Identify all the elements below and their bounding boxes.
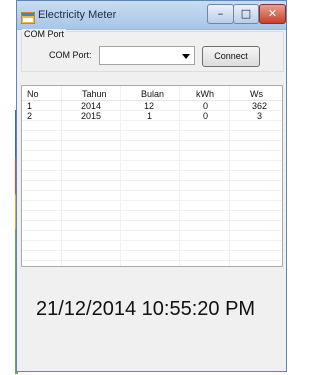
row-divider <box>22 160 282 161</box>
cell-no: 2 <box>27 111 33 121</box>
row-divider <box>22 240 282 241</box>
row-divider <box>22 250 282 251</box>
maximize-button[interactable]: □ <box>233 4 259 24</box>
cell-ws: 362 <box>252 101 268 111</box>
close-icon: ✕ <box>267 7 278 20</box>
column-header-bulan[interactable]: Bulan <box>141 89 164 99</box>
datetime-display: 21/12/2014 10:55:20 PM <box>36 298 256 320</box>
table-header-row: No Tahun Bulan kWh Ws <box>22 86 282 101</box>
row-divider <box>22 150 282 151</box>
row-divider <box>22 130 282 131</box>
main-window: Electricity Meter – □ ✕ COM Port COM Por… <box>16 0 287 372</box>
row-divider <box>22 230 282 231</box>
minimize-icon: – <box>217 7 224 20</box>
row-divider <box>22 210 282 211</box>
row-divider <box>22 220 282 221</box>
cell-tahun: 2014 <box>81 101 102 111</box>
close-button[interactable]: ✕ <box>259 4 286 24</box>
data-table[interactable]: No Tahun Bulan kWh Ws 1 2014 12 0 362 2 … <box>21 85 283 267</box>
app-window-icon <box>20 9 36 25</box>
desktop-background <box>0 0 16 375</box>
column-header-tahun[interactable]: Tahun <box>82 89 107 99</box>
cell-ws: 3 <box>257 111 263 121</box>
maximize-icon: □ <box>240 7 252 20</box>
connect-button[interactable]: Connect <box>202 46 260 67</box>
column-header-no[interactable]: No <box>27 89 39 99</box>
row-divider <box>22 260 282 261</box>
row-divider <box>22 140 282 141</box>
com-port-label: COM Port: <box>49 50 92 60</box>
window-title: Electricity Meter <box>38 9 117 21</box>
cell-bulan: 1 <box>147 111 153 121</box>
row-divider <box>22 200 282 201</box>
table-row[interactable]: 2 2015 1 0 3 <box>22 111 282 121</box>
cell-kwh: 0 <box>203 111 209 121</box>
com-port-select[interactable] <box>99 46 195 65</box>
chevron-down-icon[interactable] <box>182 54 190 59</box>
cell-no: 1 <box>27 101 33 111</box>
title-bar[interactable]: Electricity Meter – □ ✕ <box>17 1 286 30</box>
cell-kwh: 0 <box>203 101 209 111</box>
cell-tahun: 2015 <box>81 111 102 121</box>
row-divider <box>22 170 282 171</box>
column-header-kwh[interactable]: kWh <box>196 89 214 99</box>
minimize-button[interactable]: – <box>207 4 234 24</box>
cell-bulan: 12 <box>144 101 155 111</box>
row-divider <box>22 190 282 191</box>
groupbox-title: COM Port <box>22 29 67 39</box>
row-divider <box>22 180 282 181</box>
table-row[interactable]: 1 2014 12 0 362 <box>22 101 282 111</box>
column-header-ws[interactable]: Ws <box>250 89 263 99</box>
